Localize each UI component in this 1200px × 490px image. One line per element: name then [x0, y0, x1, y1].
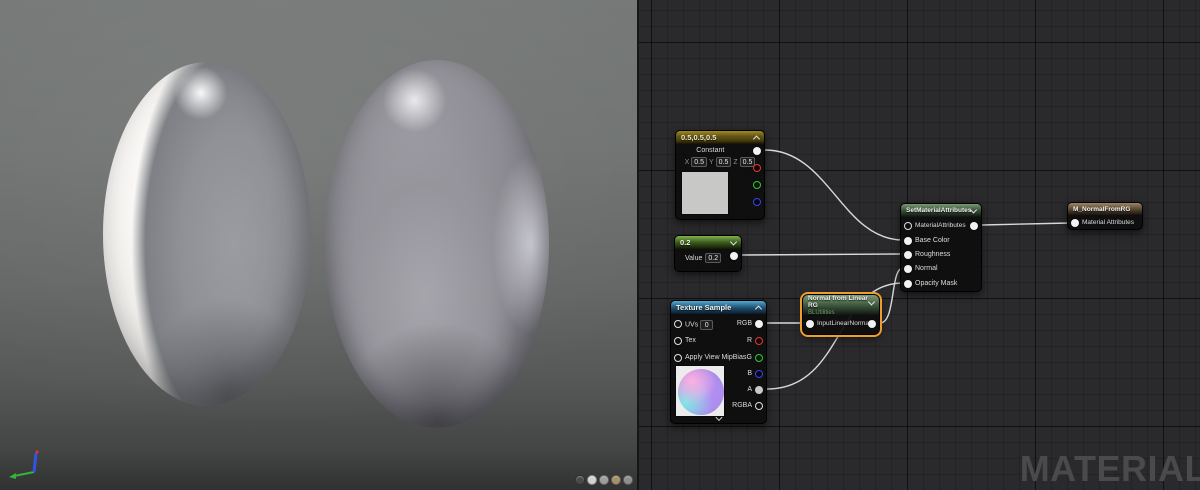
constant-color-preview — [681, 171, 729, 215]
value-field[interactable]: 0.2 — [705, 253, 721, 263]
pin-label-material-attributes: Material Attributes — [1082, 219, 1134, 226]
pin-in-uvs[interactable] — [674, 320, 682, 328]
pin-in-inputlinearnormal[interactable] — [806, 320, 814, 328]
preview-shape-controls — [575, 475, 633, 485]
pin-label-mipbias: Apply View MipBias — [685, 354, 746, 361]
node-normal-from-linear-rg[interactable]: Normal from Linear RG BLUtilities InputL… — [802, 294, 880, 335]
node-sma-title[interactable]: SetMaterialAttributes — [901, 204, 981, 217]
node-m-normal-from-rg[interactable]: M_NormalFromRG Material Attributes — [1067, 202, 1143, 230]
normal-map-sphere-preview — [678, 369, 724, 415]
material-node-graph[interactable]: MATERIAL 0.5,0.5,0.5 Constant X 0.5 Y 0.… — [637, 0, 1200, 490]
pin-label-uvs: UVs 0 — [685, 320, 713, 330]
pin-in-tex[interactable] — [674, 337, 682, 345]
pin-out-rgba[interactable] — [755, 402, 763, 410]
node-texture-sample[interactable]: Texture Sample UVs 0 Tex Apply View MipB… — [670, 300, 767, 424]
pin-label-r: R — [747, 337, 752, 344]
node-scalar-fields: Value 0.2 — [685, 253, 721, 263]
pin-out-r[interactable] — [755, 337, 763, 345]
node-result-title-text: M_NormalFromRG — [1073, 206, 1130, 213]
node-constant-title[interactable]: 0.5,0.5,0.5 — [676, 131, 764, 144]
pin-out-b[interactable] — [753, 198, 761, 206]
pin-out-r[interactable] — [753, 164, 761, 172]
uvs-value-field[interactable]: 0 — [700, 320, 713, 330]
wire-sma-to-result — [982, 223, 1070, 225]
pin-in-material-attributes[interactable] — [1071, 219, 1079, 227]
pin-out-value[interactable] — [730, 252, 738, 260]
pin-label-materialattributes: MaterialAttributes — [915, 222, 966, 229]
pin-out-g[interactable] — [755, 354, 763, 362]
x-value-field[interactable]: 0.5 — [691, 157, 707, 167]
node-constant-fields: X 0.5 Y 0.5 Z 0.5 — [680, 157, 760, 167]
node-sma-title-text: SetMaterialAttributes — [906, 207, 971, 214]
pin-label-inputlinearnormal: InputLinearNormal — [817, 320, 870, 327]
pin-label-tex: Tex — [685, 337, 696, 344]
pin-label-a: A — [747, 386, 752, 393]
y-axis-label: Y — [709, 159, 714, 166]
uvs-label: UVs — [685, 322, 698, 329]
pin-label-roughness: Roughness — [915, 251, 950, 258]
preview-shape-cube-icon[interactable] — [611, 475, 621, 485]
axis-gizmo-icon — [6, 448, 54, 482]
pin-out-g[interactable] — [753, 181, 761, 189]
node-constant-title-text: 0.5,0.5,0.5 — [681, 133, 716, 142]
node-scalar[interactable]: 0.2 Value 0.2 — [674, 235, 742, 272]
preview-mesh-right — [325, 60, 549, 428]
chevron-down-icon[interactable] — [730, 238, 737, 245]
pin-out-result[interactable] — [868, 320, 876, 328]
pin-out-attributes[interactable] — [970, 222, 978, 230]
chevron-up-icon[interactable] — [753, 135, 760, 142]
node-scalar-title[interactable]: 0.2 — [675, 236, 741, 249]
preview-shape-mesh-icon[interactable] — [623, 475, 633, 485]
node-nflrg-title-text: Normal from Linear RG — [808, 295, 874, 309]
x-axis-label: X — [685, 159, 690, 166]
pin-in-roughness[interactable] — [904, 251, 912, 259]
chevron-down-icon[interactable] — [715, 414, 722, 421]
node-constant[interactable]: 0.5,0.5,0.5 Constant X 0.5 Y 0.5 Z 0.5 — [675, 130, 765, 220]
wire-constant-to-basecolor — [765, 150, 903, 240]
pin-label-basecolor: Base Color — [915, 237, 950, 244]
preview-shape-cylinder-icon[interactable] — [575, 475, 585, 485]
pin-out-main[interactable] — [753, 147, 761, 155]
preview-mesh-left — [103, 62, 311, 406]
preview-shape-sphere-icon[interactable] — [587, 475, 597, 485]
node-texture-sample-title-text: Texture Sample — [676, 303, 731, 312]
node-scalar-title-text: 0.2 — [680, 238, 690, 247]
pin-label-b: B — [747, 370, 752, 377]
value-label: Value — [685, 255, 702, 262]
z-axis-label: Z — [733, 159, 737, 166]
node-constant-type: Constant — [676, 147, 745, 154]
wire-scalar-to-roughness — [742, 254, 903, 255]
pin-out-b[interactable] — [755, 370, 763, 378]
pin-label-opacitymask: Opacity Mask — [915, 280, 957, 287]
texture-preview — [675, 365, 725, 417]
node-nflrg-title[interactable]: Normal from Linear RG BLUtilities — [803, 295, 879, 315]
preview-shape-plane-icon[interactable] — [599, 475, 609, 485]
pin-in-materialattributes[interactable] — [904, 222, 912, 230]
node-set-material-attributes[interactable]: SetMaterialAttributes MaterialAttributes… — [900, 203, 982, 292]
pin-in-opacitymask[interactable] — [904, 280, 912, 288]
node-result-title[interactable]: M_NormalFromRG — [1068, 203, 1142, 215]
pin-in-basecolor[interactable] — [904, 237, 912, 245]
node-nflrg-subtitle: BLUtilities — [808, 310, 835, 316]
pin-in-normal[interactable] — [904, 265, 912, 273]
pin-out-a[interactable] — [755, 386, 763, 394]
pin-out-rgb[interactable] — [755, 320, 763, 328]
node-texture-sample-title[interactable]: Texture Sample — [671, 301, 766, 314]
pin-label-g: G — [747, 354, 752, 361]
pin-label-rgb: RGB — [737, 320, 752, 327]
material-preview-viewport[interactable] — [0, 0, 637, 490]
y-value-field[interactable]: 0.5 — [716, 157, 732, 167]
chevron-up-icon[interactable] — [755, 305, 762, 312]
pin-label-normal: Normal — [915, 265, 938, 272]
pin-in-mipbias[interactable] — [674, 354, 682, 362]
pin-label-rgba: RGBA — [732, 402, 752, 409]
chevron-down-icon[interactable] — [970, 206, 977, 213]
